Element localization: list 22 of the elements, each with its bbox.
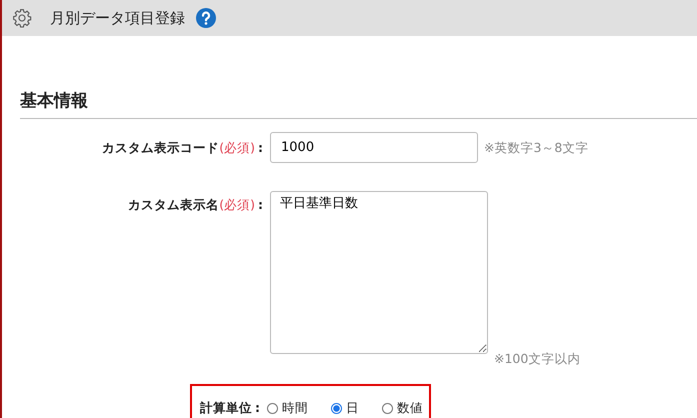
- radio-button[interactable]: [267, 403, 278, 414]
- input-field[interactable]: 1000: [270, 132, 478, 163]
- label-colon: :: [255, 400, 260, 417]
- settings-icon[interactable]: [12, 8, 32, 28]
- label-colon: :: [258, 140, 263, 157]
- section-heading: 基本情報: [20, 89, 697, 119]
- radio-button[interactable]: [382, 403, 393, 414]
- field-label: カスタム表示コード: [102, 140, 220, 157]
- required-mark: (必須): [219, 140, 255, 157]
- hint-text: ※100文字以内: [494, 351, 580, 368]
- help-icon[interactable]: [196, 8, 216, 28]
- radio-label[interactable]: 数値: [397, 400, 423, 417]
- field-label: カスタム表示名: [128, 197, 220, 214]
- label-colon: :: [258, 197, 263, 214]
- radio-label[interactable]: 日: [346, 400, 359, 417]
- radio-label[interactable]: 時間: [282, 400, 308, 417]
- textarea-field[interactable]: 平日基準日数: [270, 191, 488, 354]
- hint-text: ※英数字3～8文字: [484, 139, 588, 157]
- required-mark: (必須): [219, 197, 255, 214]
- page-title: 月別データ項目登録: [50, 8, 185, 28]
- field-label: 計算単位: [200, 400, 252, 417]
- radio-button[interactable]: [331, 403, 342, 414]
